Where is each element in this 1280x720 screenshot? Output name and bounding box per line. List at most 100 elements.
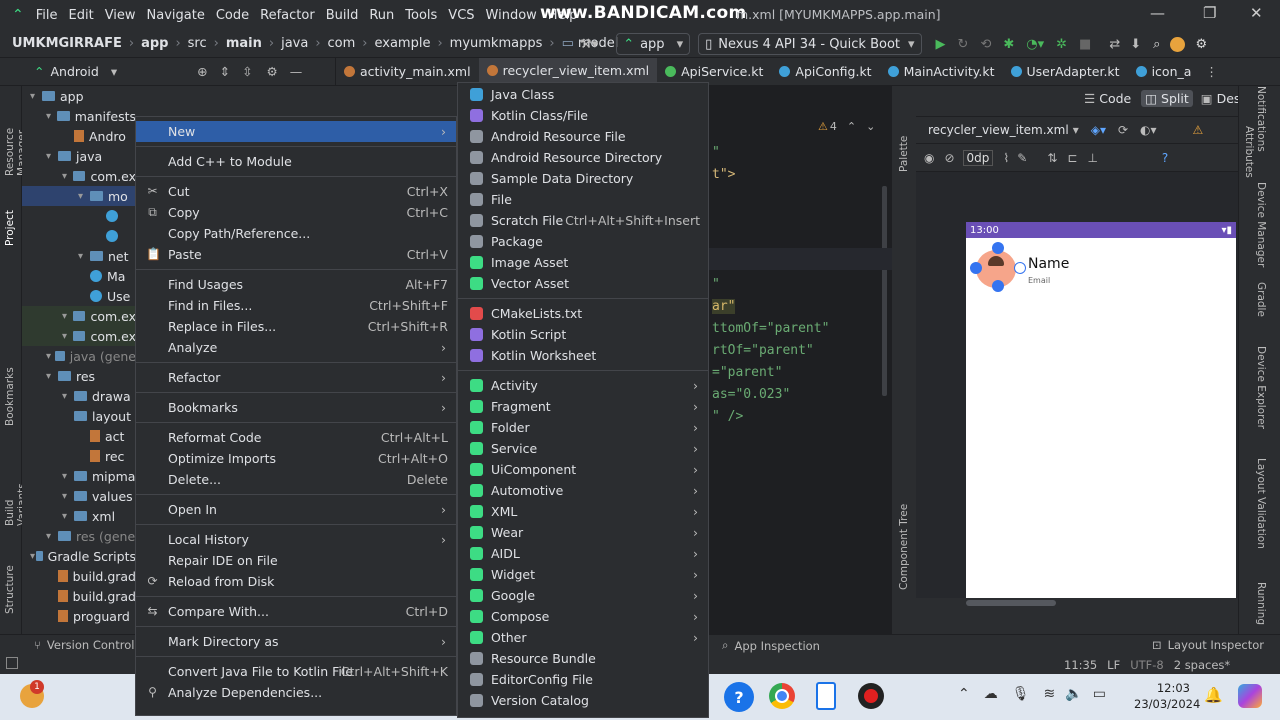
tree-item[interactable]: ▾ xml	[22, 506, 136, 526]
submenu-item-xml[interactable]: XML ›	[458, 501, 708, 522]
chevron-down-icon[interactable]: ▾	[1073, 123, 1079, 137]
submenu-item-kotlin-script[interactable]: Kotlin Script	[458, 324, 708, 345]
breadcrumb-app[interactable]: app	[141, 36, 168, 51]
menu-item-copy-path-reference[interactable]: Copy Path/Reference...	[136, 223, 456, 244]
submenu-item-uicomponent[interactable]: UiComponent ›	[458, 459, 708, 480]
editor-scrollbar[interactable]	[882, 186, 887, 396]
tree-item[interactable]: rec	[22, 446, 136, 466]
debug-icon[interactable]: ✱	[1003, 37, 1014, 52]
breadcrumb-myumkmapps[interactable]: myumkmapps	[450, 36, 543, 51]
baseline-icon[interactable]: ⊥	[1087, 151, 1097, 165]
tree-item[interactable]: ▾ net	[22, 246, 136, 266]
run-icon[interactable]: ▶	[936, 37, 946, 52]
menu-code[interactable]: Code	[216, 8, 249, 23]
expand-arrow-icon[interactable]: ▾	[62, 491, 74, 502]
guidelines-icon[interactable]: ⇅	[1047, 151, 1057, 165]
menu-item-refactor[interactable]: Refactor ›	[136, 367, 456, 388]
help-app-icon[interactable]: ?	[724, 682, 754, 712]
tree-item[interactable]: ▾ java (gene	[22, 346, 136, 366]
menu-item-compare-with[interactable]: ⇆ Compare With... Ctrl+D	[136, 601, 456, 622]
onedrive-icon[interactable]: ☁	[984, 686, 998, 702]
menu-item-analyze[interactable]: Analyze ›	[136, 337, 456, 358]
tree-item[interactable]: Andro	[22, 126, 136, 146]
orientation-icon[interactable]: ⟳	[1118, 123, 1128, 137]
help-icon[interactable]: ?	[1162, 151, 1168, 165]
running-tab[interactable]: Running	[1255, 582, 1267, 632]
apply-changes-icon[interactable]: ⟲	[980, 37, 991, 52]
breadcrumb-java[interactable]: java	[281, 36, 308, 51]
file-select[interactable]: recycler_view_item.xml	[928, 123, 1069, 137]
submenu-item-service[interactable]: Service ›	[458, 438, 708, 459]
submenu-item-kotlin-worksheet[interactable]: Kotlin Worksheet	[458, 345, 708, 366]
structure-tab[interactable]: Structure	[4, 558, 16, 614]
resize-handle-bottom[interactable]	[992, 280, 1004, 292]
tree-item[interactable]: proguard	[22, 606, 136, 626]
project-tab[interactable]: Project	[4, 196, 16, 246]
device-mirror-icon[interactable]: ⇄	[1109, 37, 1120, 52]
volume-icon[interactable]: 🔈	[1065, 686, 1082, 702]
menu-item-mark-directory-as[interactable]: Mark Directory as ›	[136, 631, 456, 652]
chevron-up-icon[interactable]: ⌃	[847, 120, 856, 133]
breadcrumb-umkmgirrafe[interactable]: UMKMGIRRAFE	[12, 36, 122, 51]
tree-item[interactable]	[22, 206, 136, 226]
clock[interactable]: 12:03 23/03/2024	[1134, 680, 1200, 712]
menu-item-bookmarks[interactable]: Bookmarks ›	[136, 397, 456, 418]
infer-constraints-icon[interactable]: ✎	[1017, 151, 1027, 165]
menu-item-local-history[interactable]: Local History ›	[136, 529, 456, 550]
caret-position[interactable]: 11:35	[1064, 658, 1097, 672]
menu-item-new[interactable]: New ›	[136, 121, 456, 142]
menu-refactor[interactable]: Refactor	[260, 8, 315, 23]
tab-icon-a[interactable]: icon_a	[1128, 58, 1200, 86]
version-control-button[interactable]: ⑂ Version Control	[34, 638, 134, 652]
autoconnect-icon[interactable]: ⊘	[944, 151, 954, 165]
expand-arrow-icon[interactable]: ▾	[46, 151, 58, 162]
menu-window[interactable]: Window	[486, 8, 537, 23]
tree-item[interactable]: ▾ manifests	[22, 106, 136, 126]
tree-item[interactable]: ▾ com.ex	[22, 326, 136, 346]
tree-item[interactable]: ▾ values	[22, 486, 136, 506]
chevron-down-icon[interactable]: ▾	[111, 64, 117, 79]
microphone-icon[interactable]: 🎙	[1012, 686, 1030, 702]
menu-item-optimize-imports[interactable]: Optimize Imports Ctrl+Alt+O	[136, 448, 456, 469]
menu-item-find-in-files[interactable]: Find in Files... Ctrl+Shift+F	[136, 295, 456, 316]
tree-item[interactable]: Ma	[22, 266, 136, 286]
breadcrumb-src[interactable]: src	[188, 36, 207, 51]
device-select[interactable]: ▯ Nexus 4 API 34 - Quick Boot ▾	[698, 33, 922, 55]
tree-item[interactable]: ▾ app	[22, 86, 136, 106]
notifications-tab[interactable]: Notifications	[1255, 86, 1267, 152]
tree-item[interactable]: ▾ mipma	[22, 466, 136, 486]
submenu-item-cmakelists-txt[interactable]: CMakeLists.txt	[458, 303, 708, 324]
indent-setting[interactable]: 2 spaces*	[1174, 658, 1230, 672]
code-mode-button[interactable]: Code	[1099, 91, 1131, 106]
menu-view[interactable]: View	[105, 8, 136, 23]
tree-item[interactable]: ▾ Gradle Scripts	[22, 546, 136, 566]
expand-arrow-icon[interactable]: ▾	[46, 351, 55, 362]
submenu-item-folder[interactable]: Folder ›	[458, 417, 708, 438]
split-mode-button[interactable]: ◫ Split	[1141, 90, 1193, 107]
submenu-item-widget[interactable]: Widget ›	[458, 564, 708, 585]
tab-useradapter-kt[interactable]: UserAdapter.kt	[1003, 58, 1128, 86]
resize-handle-right[interactable]	[1014, 262, 1026, 274]
expand-arrow-icon[interactable]: ▾	[30, 91, 42, 102]
more-tabs-icon[interactable]: ⋮	[1205, 64, 1218, 79]
submenu-item-wear[interactable]: Wear ›	[458, 522, 708, 543]
line-ending[interactable]: LF	[1107, 658, 1120, 672]
submenu-item-vector-asset[interactable]: Vector Asset	[458, 273, 708, 294]
component-tree-tab[interactable]: Component Tree	[898, 498, 910, 590]
tree-item[interactable]: ▾ java	[22, 146, 136, 166]
attributes-tab[interactable]: Attributes	[1243, 126, 1255, 190]
menu-item-find-usages[interactable]: Find Usages Alt+F7	[136, 274, 456, 295]
inspection-widget[interactable]: ⚠ 4 ⌃ ⌄	[818, 120, 875, 133]
submenu-item-aidl[interactable]: AIDL ›	[458, 543, 708, 564]
chevron-down-icon[interactable]: ⌄	[866, 120, 875, 133]
submenu-item-kotlin-class-file[interactable]: Kotlin Class/File	[458, 105, 708, 126]
submenu-item-image-asset[interactable]: Image Asset	[458, 252, 708, 273]
search-icon[interactable]: ⌕	[1153, 37, 1160, 52]
submenu-item-automotive[interactable]: Automotive ›	[458, 480, 708, 501]
maximize-icon[interactable]: ❐	[1203, 4, 1216, 22]
submenu-item-android-resource-file[interactable]: Android Resource File	[458, 126, 708, 147]
device-manager-tab[interactable]: Device Manager	[1255, 182, 1267, 270]
tool-windows-icon[interactable]	[6, 657, 18, 669]
menu-vcs[interactable]: VCS	[448, 8, 474, 23]
menu-item-delete[interactable]: Delete... Delete	[136, 469, 456, 490]
